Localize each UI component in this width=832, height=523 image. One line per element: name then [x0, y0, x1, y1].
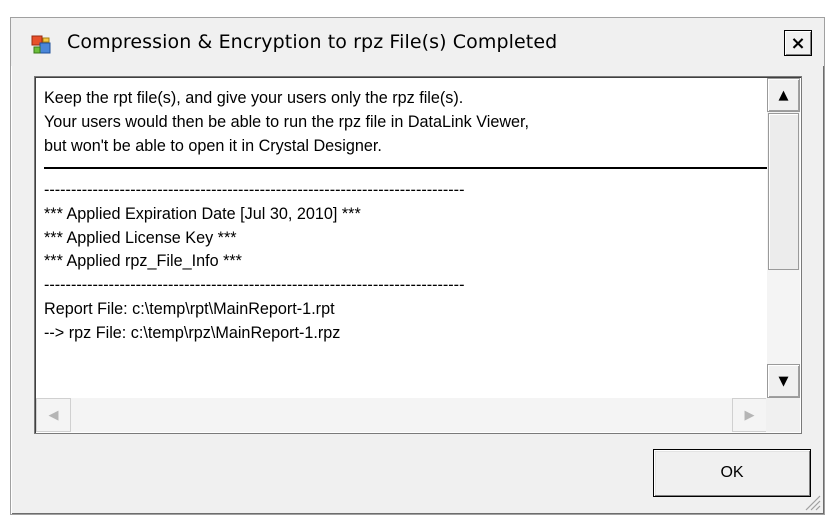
ok-button-label: OK [720, 464, 744, 481]
vertical-scrollbar[interactable]: ▲ ▼ [767, 78, 800, 398]
ok-button[interactable]: OK [653, 449, 811, 497]
horizontal-scrollbar[interactable]: ◀ ▶ [36, 398, 767, 432]
close-button[interactable]: × [784, 30, 812, 56]
separator-line [44, 167, 768, 169]
message-content: Keep the rpt file(s), and give your user… [44, 87, 774, 346]
scroll-up-button[interactable]: ▲ [767, 78, 800, 112]
message-textbox[interactable]: Keep the rpt file(s), and give your user… [34, 76, 802, 434]
applied-fileinfo-line: *** Applied rpz_File_Info *** [44, 252, 242, 271]
scroll-left-button[interactable]: ◀ [36, 398, 71, 432]
window-title: Compression & Encryption to rpz File(s) … [67, 31, 558, 53]
vertical-scroll-thumb[interactable] [768, 113, 799, 270]
close-icon: × [790, 32, 806, 54]
arrow-up-icon: ▲ [778, 87, 789, 103]
dialog-window: Compression & Encryption to rpz File(s) … [10, 17, 825, 515]
resize-grip-icon[interactable] [800, 490, 822, 512]
message-line: but won't be able to open it in Crystal … [44, 136, 382, 155]
scroll-right-button[interactable]: ▶ [732, 398, 767, 432]
scrollbar-corner [766, 398, 800, 432]
report-file-line: Report File: c:\temp\rpt\MainReport-1.rp… [44, 299, 335, 318]
message-line: Keep the rpt file(s), and give your user… [44, 89, 464, 107]
arrow-right-icon: ▶ [744, 407, 755, 423]
applied-expiration-line: *** Applied Expiration Date [Jul 30, 201… [44, 204, 361, 223]
dash-separator: ----------------------------------------… [44, 180, 465, 199]
rpz-file-line: --> rpz File: c:\temp\rpz\MainReport-1.r… [44, 323, 341, 342]
arrow-down-icon: ▼ [778, 373, 789, 389]
scroll-down-button[interactable]: ▼ [767, 364, 800, 398]
message-line: Your users would then be able to run the… [44, 112, 530, 131]
title-bar[interactable]: Compression & Encryption to rpz File(s) … [11, 18, 824, 66]
arrow-left-icon: ◀ [48, 407, 59, 423]
app-window-icon [31, 35, 51, 54]
applied-license-line: *** Applied License Key *** [44, 228, 237, 247]
dash-separator: ----------------------------------------… [44, 276, 465, 295]
